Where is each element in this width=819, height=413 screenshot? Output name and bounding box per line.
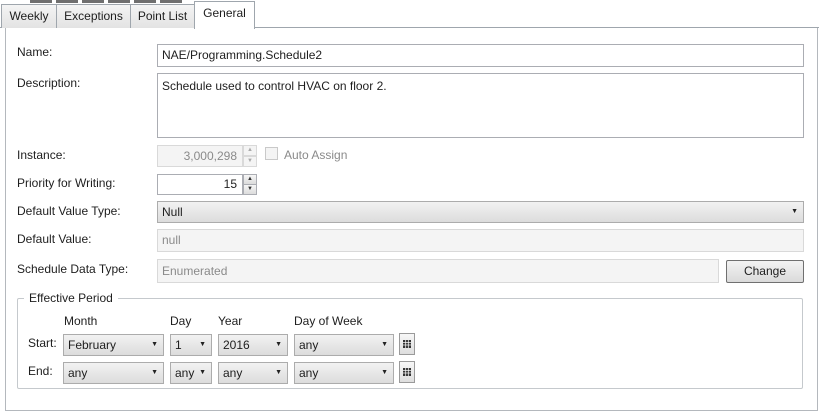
start-day-of-week-value: any: [299, 338, 319, 352]
chevron-down-icon: ▼: [151, 341, 158, 348]
default-value-label: Default Value:: [17, 232, 92, 246]
tab-exceptions[interactable]: Exceptions: [56, 4, 131, 28]
end-day-of-week-value: any: [299, 366, 319, 380]
tab-strip-decoration: [108, 0, 130, 3]
start-year-value: 2016: [223, 338, 250, 352]
spin-down-icon: ▼: [243, 156, 257, 167]
schedule-data-type-field: Enumerated: [157, 259, 719, 283]
spin-down-icon[interactable]: ▼: [243, 184, 257, 195]
end-month-value: any: [68, 366, 88, 380]
auto-assign-label: Auto Assign: [284, 148, 348, 162]
chevron-down-icon: ▼: [791, 208, 798, 215]
start-day-select[interactable]: 1 ▼: [170, 334, 212, 356]
day-header: Day: [170, 314, 192, 328]
change-button[interactable]: Change: [726, 260, 804, 283]
chevron-down-icon: ▼: [381, 369, 388, 376]
chevron-down-icon: ▼: [381, 341, 388, 348]
spin-up-icon: ▲: [243, 145, 257, 156]
name-label: Name:: [17, 45, 53, 59]
end-label: End:: [28, 364, 53, 378]
tab-strip-decoration: [134, 0, 156, 3]
end-day-value: any: [175, 366, 195, 380]
chevron-down-icon: ▼: [151, 369, 158, 376]
description-field[interactable]: Schedule used to control HVAC on floor 2…: [157, 73, 804, 138]
tab-strip-decoration: [30, 0, 52, 3]
default-value-type-select[interactable]: Null ▼: [157, 201, 804, 223]
end-year-select[interactable]: any ▼: [218, 362, 288, 384]
chevron-down-icon: ▼: [275, 341, 282, 348]
calendar-icon: [403, 340, 411, 348]
chevron-down-icon: ▼: [199, 369, 206, 376]
instance-value: 3,000,298: [157, 145, 243, 167]
instance-label: Instance:: [17, 148, 66, 162]
effective-period-title: Effective Period: [24, 291, 118, 305]
start-label: Start:: [28, 336, 57, 350]
schedule-data-type-label: Schedule Data Type:: [17, 262, 129, 276]
start-day-of-week-select[interactable]: any ▼: [294, 334, 394, 356]
tab-point-list[interactable]: Point List: [130, 4, 195, 28]
tab-general[interactable]: General: [194, 1, 255, 30]
start-month-value: February: [68, 338, 117, 352]
tab-strip-decoration: [160, 0, 182, 3]
end-calendar-button[interactable]: [399, 361, 415, 383]
tab-strip: Weekly Exceptions Point List General: [0, 0, 819, 30]
description-label: Description:: [17, 76, 81, 90]
end-day-select[interactable]: any ▼: [170, 362, 212, 384]
start-day-value: 1: [175, 338, 182, 352]
chevron-down-icon: ▼: [275, 369, 282, 376]
tab-strip-decoration: [82, 0, 104, 3]
end-month-select[interactable]: any ▼: [63, 362, 164, 384]
default-value-type-label: Default Value Type:: [17, 204, 121, 218]
year-header: Year: [218, 314, 243, 328]
priority-label: Priority for Writing:: [17, 176, 116, 190]
default-value-field: null: [157, 229, 804, 252]
start-month-select[interactable]: February ▼: [63, 334, 164, 356]
start-year-select[interactable]: 2016 ▼: [218, 334, 288, 356]
start-calendar-button[interactable]: [399, 333, 415, 355]
end-day-of-week-select[interactable]: any ▼: [294, 362, 394, 384]
tab-weekly[interactable]: Weekly: [1, 4, 57, 28]
month-header: Month: [64, 314, 98, 328]
default-value-type-value: Null: [162, 205, 183, 219]
instance-spinner: 3,000,298 ▲ ▼: [157, 145, 257, 167]
tab-strip-decoration: [56, 0, 78, 3]
day-of-week-header: Day of Week: [294, 314, 363, 328]
chevron-down-icon: ▼: [199, 341, 206, 348]
priority-value[interactable]: 15: [157, 174, 243, 195]
end-year-value: any: [223, 366, 243, 380]
priority-spinner[interactable]: 15 ▲ ▼: [157, 174, 257, 195]
calendar-icon: [403, 368, 411, 376]
name-field[interactable]: NAE/Programming.Schedule2: [157, 44, 804, 67]
auto-assign-checkbox[interactable]: [265, 147, 278, 160]
